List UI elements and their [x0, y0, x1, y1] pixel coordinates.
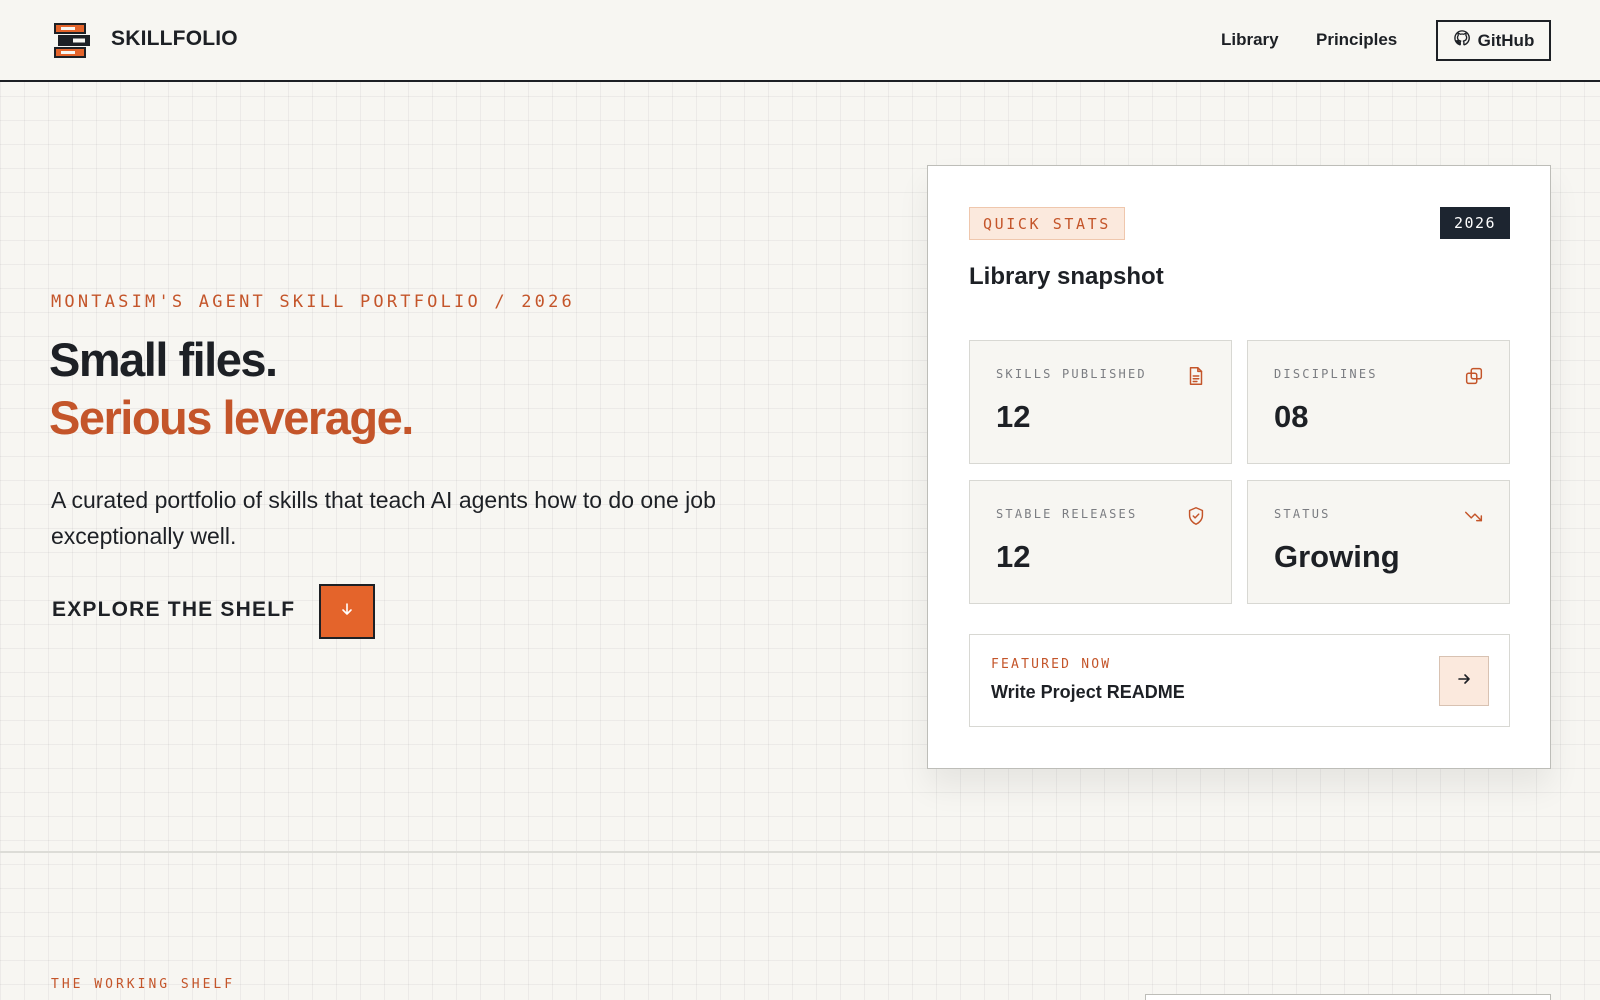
featured-eyebrow: FEATURED NOW	[991, 657, 1112, 672]
stat-stable-releases: STABLE RELEASES 12	[969, 480, 1232, 604]
shield-check-icon	[1185, 505, 1207, 527]
nav-link-library[interactable]: Library	[1221, 30, 1279, 50]
explore-shelf-button[interactable]	[319, 584, 375, 639]
arrow-right-icon	[1456, 671, 1472, 692]
hero-headline-line1: Small files.	[49, 333, 278, 386]
hero-headline-line2: Serious leverage.	[49, 391, 414, 444]
year-badge: 2026	[1440, 207, 1510, 239]
trend-icon	[1463, 505, 1485, 527]
stat-disciplines: DISCIPLINES 08	[1247, 340, 1510, 464]
featured-open-button[interactable]	[1439, 656, 1489, 706]
brand-name[interactable]: SKILLFOLIO	[111, 27, 238, 51]
stat-label: SKILLS PUBLISHED	[996, 367, 1147, 381]
card-title: Library snapshot	[969, 263, 1164, 290]
hero-eyebrow: MONTASIM'S AGENT SKILL PORTFOLIO / 2026	[51, 292, 575, 312]
section-divider	[0, 851, 1600, 853]
github-button[interactable]: GitHub	[1436, 20, 1551, 61]
featured-skill[interactable]: FEATURED NOW Write Project README	[969, 634, 1510, 727]
stat-label: STABLE RELEASES	[996, 507, 1138, 521]
shelf-search-box[interactable]	[1145, 994, 1551, 1000]
stat-status: STATUS Growing	[1247, 480, 1510, 604]
stat-label: DISCIPLINES	[1274, 367, 1378, 381]
stat-value: 12	[996, 539, 1031, 574]
stat-value: Growing	[1274, 539, 1400, 574]
stat-skills-published: SKILLS PUBLISHED 12	[969, 340, 1232, 464]
quick-stats-tag: QUICK STATS	[969, 207, 1125, 240]
copy-icon	[1463, 365, 1485, 387]
site-header: SKILLFOLIO Library Principles GitHub	[0, 0, 1600, 82]
explore-shelf-link[interactable]: EXPLORE THE SHELF	[52, 598, 295, 622]
stat-value: 08	[1274, 399, 1309, 434]
featured-title[interactable]: Write Project README	[991, 682, 1185, 703]
hero-description: A curated portfolio of skills that teach…	[51, 487, 716, 549]
stat-value: 12	[996, 399, 1031, 434]
stat-label: STATUS	[1274, 507, 1331, 521]
nav-link-principles[interactable]: Principles	[1316, 30, 1397, 50]
github-label: GitHub	[1477, 30, 1535, 50]
github-icon	[1453, 29, 1471, 52]
document-icon	[1185, 365, 1207, 387]
working-shelf-eyebrow: THE WORKING SHELF	[51, 977, 236, 992]
quick-stats-card: QUICK STATS 2026 Library snapshot SKILLS…	[927, 165, 1551, 769]
arrow-down-icon	[339, 601, 355, 622]
bookshelf-logo-icon[interactable]	[53, 21, 93, 61]
